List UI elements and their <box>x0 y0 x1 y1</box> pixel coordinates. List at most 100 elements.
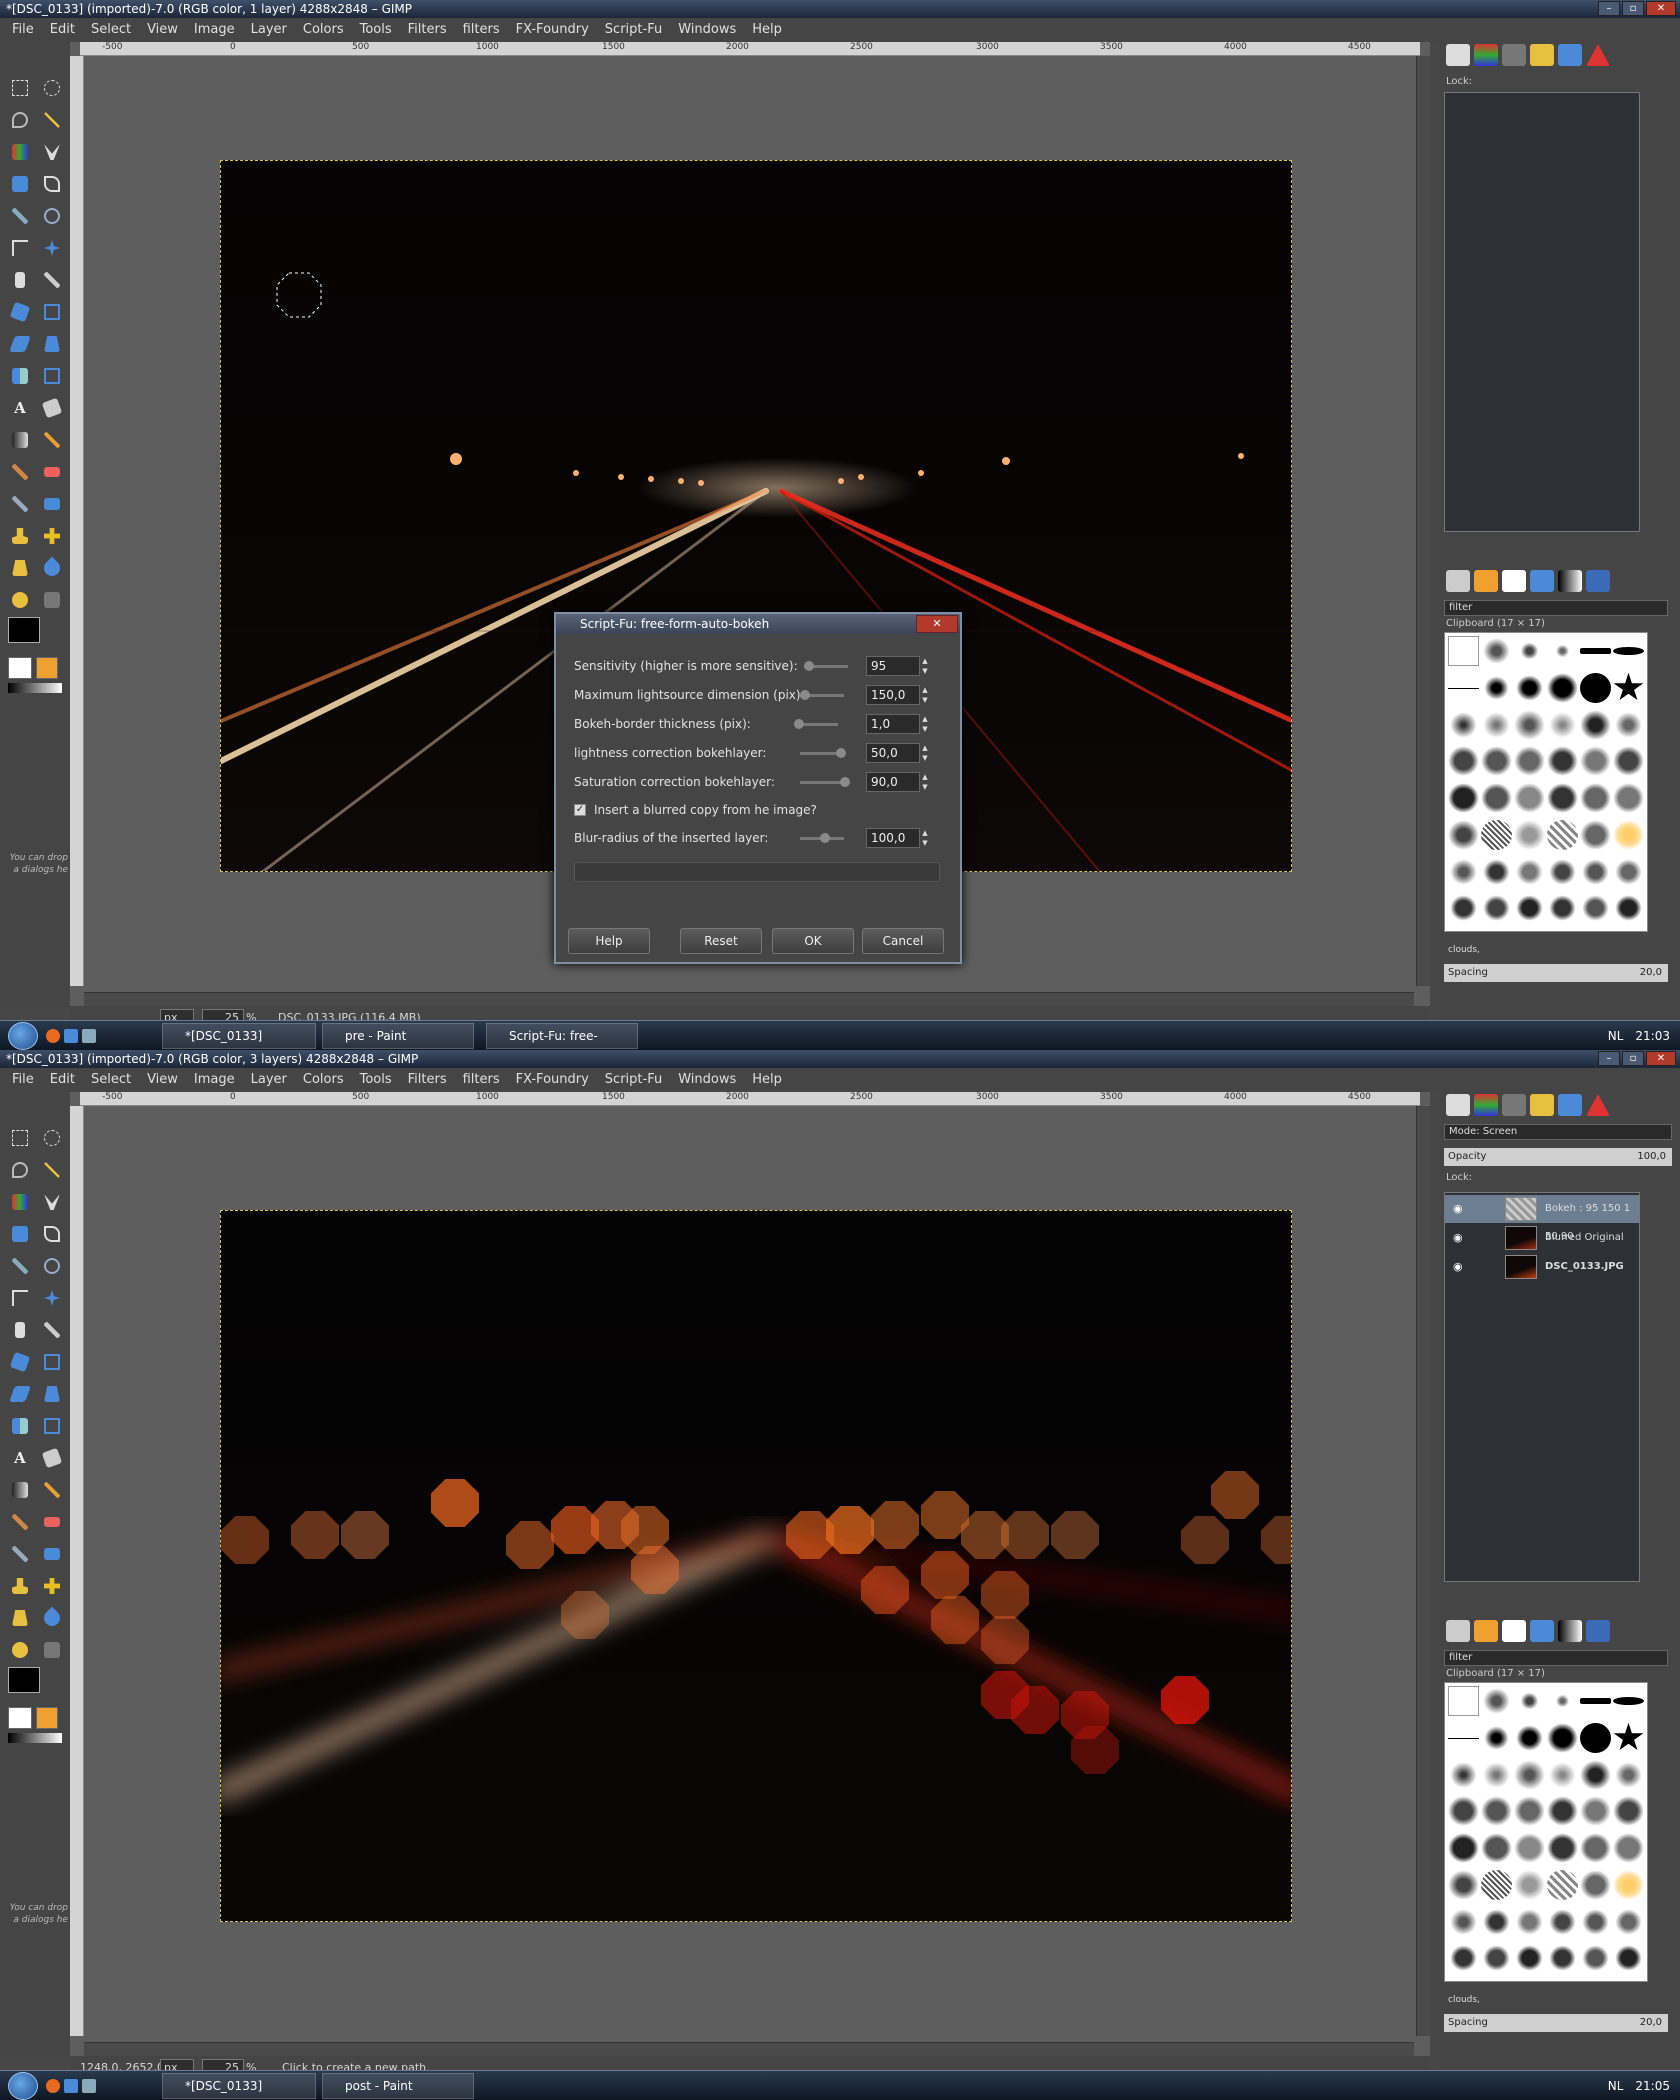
cage-tool[interactable] <box>36 360 68 392</box>
color-selector[interactable] <box>8 617 62 693</box>
blur-radius-input[interactable]: 100,0 <box>866 828 920 848</box>
color-picker-tool[interactable] <box>4 1250 36 1282</box>
layer-row[interactable]: ◉ DSC_0133.JPG <box>1445 1253 1639 1281</box>
blend-tool[interactable] <box>4 1474 36 1506</box>
align-tool[interactable] <box>4 1314 36 1346</box>
slider-knob[interactable] <box>800 690 810 700</box>
ok-button[interactable]: OK <box>772 928 854 954</box>
heal-tool[interactable] <box>36 1570 68 1602</box>
foreground-color-swatch[interactable] <box>8 617 40 643</box>
brush-preview[interactable] <box>8 1707 32 1729</box>
task-paint[interactable]: post - Paint <box>322 2073 474 2099</box>
bucket-fill-tool[interactable] <box>36 1442 68 1474</box>
foreground-select-tool[interactable] <box>4 1218 36 1250</box>
task-paint[interactable]: pre - Paint <box>322 1023 474 1049</box>
slider-knob[interactable] <box>804 661 814 671</box>
zoom-tool[interactable] <box>36 200 68 232</box>
measure-tool[interactable] <box>4 232 36 264</box>
menu-windows[interactable]: Windows <box>670 18 744 42</box>
spin-arrows[interactable]: ▲ ▼ <box>920 743 930 763</box>
color-picker-tool[interactable] <box>4 200 36 232</box>
ellipse-select-tool[interactable] <box>36 1122 68 1154</box>
brush-grid[interactable] <box>1444 632 1648 932</box>
menu-fx-foundry[interactable]: FX-Foundry <box>508 1068 597 1092</box>
ink-tool[interactable] <box>36 488 68 520</box>
channels-tab-icon[interactable] <box>1474 1094 1498 1116</box>
text-tool[interactable]: A <box>4 392 36 424</box>
layers-list[interactable]: ◉ Bokeh : 95 150 1 50 90 ◉ Blurred Origi… <box>1444 1192 1640 1582</box>
brushes-tab-icon[interactable] <box>1446 1620 1470 1642</box>
rotate-tool[interactable] <box>4 1346 36 1378</box>
brush-grid[interactable] <box>1444 1682 1648 1982</box>
help-button[interactable]: Help <box>568 928 650 954</box>
blur-tool[interactable] <box>36 552 68 584</box>
menu-image[interactable]: Image <box>186 18 243 42</box>
heal-tool[interactable] <box>36 520 68 552</box>
eye-icon[interactable]: ◉ <box>1453 1202 1467 1216</box>
brush-filter-input[interactable]: filter <box>1444 600 1668 616</box>
explorer-icon[interactable] <box>64 2079 78 2093</box>
pencil-tool[interactable] <box>36 424 68 456</box>
airbrush-tool[interactable] <box>4 1538 36 1570</box>
images-tab-icon[interactable] <box>1558 44 1582 66</box>
warning-tab-icon[interactable] <box>1586 1094 1610 1116</box>
maximize-button[interactable]: ▫ <box>1622 1051 1644 1066</box>
task-script-fu[interactable]: Script-Fu: free-form... <box>486 1023 638 1049</box>
vertical-scrollbar[interactable] <box>1416 56 1430 986</box>
menu-layer[interactable]: Layer <box>243 1068 295 1092</box>
eraser-tool[interactable] <box>36 456 68 488</box>
layer-row[interactable]: ◉ Blurred Original <box>1445 1224 1639 1252</box>
perspective-tool[interactable] <box>36 328 68 360</box>
clone-tool[interactable] <box>4 520 36 552</box>
paths-tab-icon[interactable] <box>1502 1094 1526 1116</box>
color-select-tool[interactable] <box>4 136 36 168</box>
menu-tools[interactable]: Tools <box>352 18 400 42</box>
lasso-tool[interactable] <box>4 104 36 136</box>
brush-filter-input[interactable]: filter <box>1444 1650 1668 1666</box>
scale-tool[interactable] <box>36 1346 68 1378</box>
opacity-slider[interactable]: Opacity 100,0 <box>1444 1148 1672 1166</box>
flip-tool[interactable] <box>4 1410 36 1442</box>
bokeh-result-photo[interactable] <box>220 1210 1292 1922</box>
crop-tool[interactable] <box>36 264 68 296</box>
swatches-tab-icon[interactable] <box>1502 570 1526 592</box>
menu-colors[interactable]: Colors <box>295 1068 352 1092</box>
pattern-preview[interactable] <box>36 657 58 679</box>
horizontal-scrollbar[interactable] <box>84 992 1414 1006</box>
minimize-button[interactable]: – <box>1598 1 1620 16</box>
menu-edit[interactable]: Edit <box>42 18 83 42</box>
gradients-tab-icon[interactable] <box>1558 570 1582 592</box>
menu-colors[interactable]: Colors <box>295 18 352 42</box>
clock[interactable]: 21:03 <box>1635 1021 1670 1050</box>
ellipse-select-tool[interactable] <box>36 72 68 104</box>
maximize-button[interactable]: ▫ <box>1622 1 1644 16</box>
spacing-slider[interactable]: Spacing 20,0 <box>1444 2014 1668 2032</box>
rotate-tool[interactable] <box>4 296 36 328</box>
slider-knob[interactable] <box>820 833 830 843</box>
blend-tool[interactable] <box>4 424 36 456</box>
perspective-clone-tool[interactable] <box>4 552 36 584</box>
fonts-tab-icon[interactable] <box>1586 570 1610 592</box>
slider-knob[interactable] <box>836 748 846 758</box>
cancel-button[interactable]: Cancel <box>862 928 944 954</box>
spin-arrows[interactable]: ▲ ▼ <box>920 828 930 848</box>
color-select-tool[interactable] <box>4 1186 36 1218</box>
swatches-tab-icon[interactable] <box>1502 1620 1526 1642</box>
menu-fx-foundry[interactable]: FX-Foundry <box>508 18 597 42</box>
blur-radius-slider[interactable] <box>800 833 844 843</box>
airbrush-tool[interactable] <box>4 488 36 520</box>
lightness-input[interactable]: 50,0 <box>866 743 920 763</box>
images-tab-icon[interactable] <box>1558 1094 1582 1116</box>
menu-select[interactable]: Select <box>83 1068 139 1092</box>
perspective-clone-tool[interactable] <box>4 1602 36 1634</box>
menu-view[interactable]: View <box>139 1068 186 1092</box>
align-tool[interactable] <box>4 264 36 296</box>
mode-select[interactable]: Mode: Screen <box>1444 1124 1672 1140</box>
paths-tab-icon[interactable] <box>1502 44 1526 66</box>
menu-filters-lower[interactable]: filters <box>455 18 508 42</box>
spin-arrows[interactable]: ▲ ▼ <box>920 772 930 792</box>
cage-tool[interactable] <box>36 1410 68 1442</box>
lightness-slider[interactable] <box>800 748 846 758</box>
menu-image[interactable]: Image <box>186 1068 243 1092</box>
minimize-button[interactable]: – <box>1598 1051 1620 1066</box>
